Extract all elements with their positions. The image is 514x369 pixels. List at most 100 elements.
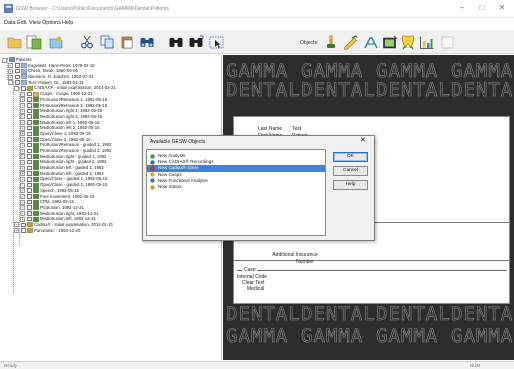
watermark-text: DENTAL [451,79,514,102]
checkbox[interactable] [15,80,20,85]
find-next-icon[interactable] [187,33,205,51]
record-icon [33,159,39,165]
ok-button[interactable]: OK [333,152,368,162]
watermark-text: DENTAL [226,303,301,326]
record-icon [33,154,39,159]
checkbox[interactable] [27,114,32,119]
record-icon [33,188,39,194]
cadiax-icon [27,222,33,228]
checkbox[interactable] [27,131,32,137]
checkbox[interactable] [27,165,32,171]
record-icon [33,199,39,205]
object-list-item[interactable]: New Status [147,184,325,190]
close-icon[interactable]: ✕ [495,2,509,14]
checkbox[interactable] [27,199,32,205]
copy-icon[interactable] [98,33,116,51]
select-icon[interactable] [208,33,226,51]
checkbox[interactable] [27,194,32,199]
checkbox[interactable] [27,154,32,159]
cancel-button[interactable]: Cancel [333,166,368,176]
find-icon[interactable] [167,33,185,51]
checkbox[interactable] [15,68,20,74]
status-bar [0,361,514,369]
record-icon [33,142,39,148]
record-icon [33,211,39,216]
expand-toggle-icon[interactable]: + [14,228,19,234]
checkbox[interactable] [27,182,32,188]
cusps-icon [33,91,39,97]
record-icon [33,114,39,120]
record-icon [33,165,39,171]
checkbox[interactable] [27,171,32,176]
object-list-item-label: New Status [158,183,182,189]
record-icon [33,120,39,125]
checkbox[interactable] [21,222,26,228]
paste-icon[interactable] [118,33,136,51]
camera-object-icon[interactable] [381,33,399,51]
checkbox[interactable] [27,103,32,108]
tooth-object-icon[interactable] [399,33,417,51]
checkbox[interactable] [27,97,32,102]
import-icon[interactable] [47,33,65,51]
checkbox[interactable] [21,228,26,233]
binoculars-icon[interactable] [138,33,156,51]
watermark-text: DENTAL [301,79,376,102]
checkbox[interactable] [15,74,20,80]
record-icon [33,205,39,211]
record-icon [33,97,39,103]
checkbox[interactable] [27,205,32,210]
objects-list[interactable]: New Analysis New CADIAX® Recordings New Ca… [146,149,326,236]
checkbox[interactable] [27,142,32,148]
cadiax-recording-icon [150,160,155,165]
menu-options[interactable]: Options [42,20,61,26]
menu-view[interactable]: View [29,20,41,26]
menu-help[interactable]: Help [62,20,73,26]
minimize-icon[interactable]: – [455,2,469,14]
checkbox[interactable] [27,120,32,125]
app-icon [4,4,13,13]
cut-icon[interactable] [78,33,96,51]
checkbox[interactable] [27,177,32,182]
watermark-text: DENTAL [376,79,451,102]
patient-icon [21,80,27,85]
status-text: Ready [4,363,18,368]
new-patient-icon[interactable] [25,33,43,51]
record-icon [33,216,39,222]
instrument-object-icon[interactable] [362,33,380,51]
record-icon [33,176,39,182]
checkbox[interactable] [21,86,26,91]
patient-icon [21,63,27,68]
dialog-close-icon[interactable]: ✕ [360,136,366,144]
checkbox[interactable] [27,91,32,97]
tree-item-label: Panoramic - 1993-12-20 [34,227,81,233]
pencil-object-icon[interactable] [342,33,360,51]
checkbox[interactable] [15,63,20,68]
checkbox[interactable] [27,216,32,222]
maximize-icon[interactable]: □ [475,2,489,14]
checkbox[interactable] [27,159,32,165]
open-folder-icon[interactable] [5,33,23,51]
medical-label: Medical [247,286,265,292]
checkbox[interactable] [27,125,32,131]
watermark-text: GAMMA [226,325,289,348]
checkbox[interactable] [27,188,32,193]
status-icon [27,228,33,233]
chart-object-icon[interactable] [418,33,436,51]
menu-edit[interactable]: Edit [17,20,26,26]
watermark-text: GAMMA [376,325,439,348]
watermark-text: DENTAL [226,79,301,102]
insurance-number-label: Number [296,259,314,265]
watermark-text: DENTAL [301,303,376,326]
patient-icon [21,74,27,80]
checkbox[interactable] [27,137,32,142]
objects-label: Objects: [300,40,319,46]
menu-data[interactable]: Data [4,20,16,26]
checkbox[interactable] [27,148,32,154]
jaw-object-icon[interactable] [322,33,340,51]
checkbox[interactable] [27,108,32,114]
dialog-title: Available GESW Objects [150,139,206,145]
blank-object-icon[interactable] [438,33,456,51]
help-button[interactable]: Help [333,180,368,190]
checkbox[interactable] [27,211,32,216]
watermark-text: GAMMA [301,325,364,348]
